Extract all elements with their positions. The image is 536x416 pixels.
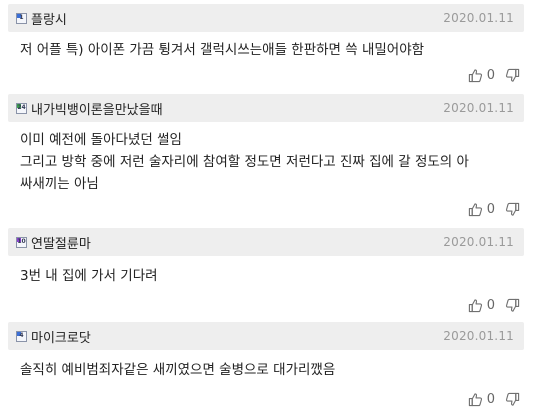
vote-actions: 0: [8, 195, 524, 223]
thumbs-down-icon: [505, 68, 520, 82]
author-nickname[interactable]: 연딸절륜마: [31, 233, 443, 252]
thumbs-up-icon: [468, 392, 482, 406]
level-badge-number: 10: [17, 238, 26, 245]
level-badge-icon: 24: [16, 102, 27, 114]
comment: 4 마이크로닷 2020.01.11 솔직히 예비범죄자같은 새끼였으면 술병으…: [8, 322, 524, 410]
level-badge-icon: 10: [16, 236, 27, 248]
downvote-button[interactable]: [505, 68, 520, 83]
comment-date: 2020.01.11: [443, 329, 514, 343]
level-badge-icon: 1: [16, 12, 27, 24]
comment-list: 1 플랑시 2020.01.11 저 어플 특) 아이폰 가끔 튕겨서 갤럭시쓰…: [8, 4, 524, 410]
level-badge-number: 24: [17, 104, 26, 111]
level-badge-number: 4: [19, 332, 24, 339]
comment: 24 내가빅뱅이론을만났을때 2020.01.11 이미 예전에 돌아다녔던 썰…: [8, 94, 524, 228]
vote-actions: 0: [8, 385, 524, 413]
comment-text: 솔직히 예비범죄자같은 새끼였으면 술병으로 대가리깼음: [20, 362, 336, 378]
author-nickname[interactable]: 마이크로닷: [31, 327, 443, 346]
upvote-count: 0: [486, 201, 495, 217]
comment-header: 4 마이크로닷 2020.01.11: [8, 322, 524, 350]
author-nickname[interactable]: 플랑시: [31, 9, 443, 28]
thumbs-down-icon: [505, 202, 520, 216]
thumbs-up-icon: [468, 202, 482, 216]
thumbs-up-icon: [468, 68, 482, 82]
downvote-button[interactable]: [505, 298, 520, 313]
comment-text: 저 어플 특) 아이폰 가끔 튕겨서 갤럭시쓰는애들 한판하면 쓱 내밀어야함: [20, 42, 425, 58]
vote-actions: 0: [8, 61, 524, 89]
level-badge-number: 1: [19, 14, 24, 21]
comment-date: 2020.01.11: [443, 235, 514, 249]
thumbs-down-icon: [505, 298, 520, 312]
thumbs-up-icon: [468, 298, 482, 312]
comment-date: 2020.01.11: [443, 11, 514, 25]
comment-date: 2020.01.11: [443, 101, 514, 115]
vote-actions: 0: [8, 291, 524, 319]
upvote-count: 0: [486, 391, 495, 407]
comment-header: 10 연딸절륜마 2020.01.11: [8, 228, 524, 256]
comment-text: 3번 내 집에 가서 기다려: [20, 268, 158, 284]
upvote-button[interactable]: 0: [468, 298, 505, 313]
upvote-button[interactable]: 0: [468, 68, 505, 83]
thumbs-down-icon: [505, 392, 520, 406]
upvote-button[interactable]: 0: [468, 202, 505, 217]
downvote-button[interactable]: [505, 392, 520, 407]
comment-header: 24 내가빅뱅이론을만났을때 2020.01.11: [8, 94, 524, 122]
level-badge-icon: 4: [16, 330, 27, 342]
comment-header: 1 플랑시 2020.01.11: [8, 4, 524, 32]
downvote-button[interactable]: [505, 202, 520, 217]
comment: 10 연딸절륜마 2020.01.11 3번 내 집에 가서 기다려 0: [8, 228, 524, 322]
upvote-button[interactable]: 0: [468, 392, 505, 407]
comment-text: 이미 예전에 돌아다녔던 썰임 그리고 방학 중에 저런 술자리에 참여할 정도…: [20, 132, 469, 192]
author-nickname[interactable]: 내가빅뱅이론을만났을때: [31, 99, 443, 118]
comment: 1 플랑시 2020.01.11 저 어플 특) 아이폰 가끔 튕겨서 갤럭시쓰…: [8, 4, 524, 94]
upvote-count: 0: [486, 297, 495, 313]
upvote-count: 0: [486, 67, 495, 83]
